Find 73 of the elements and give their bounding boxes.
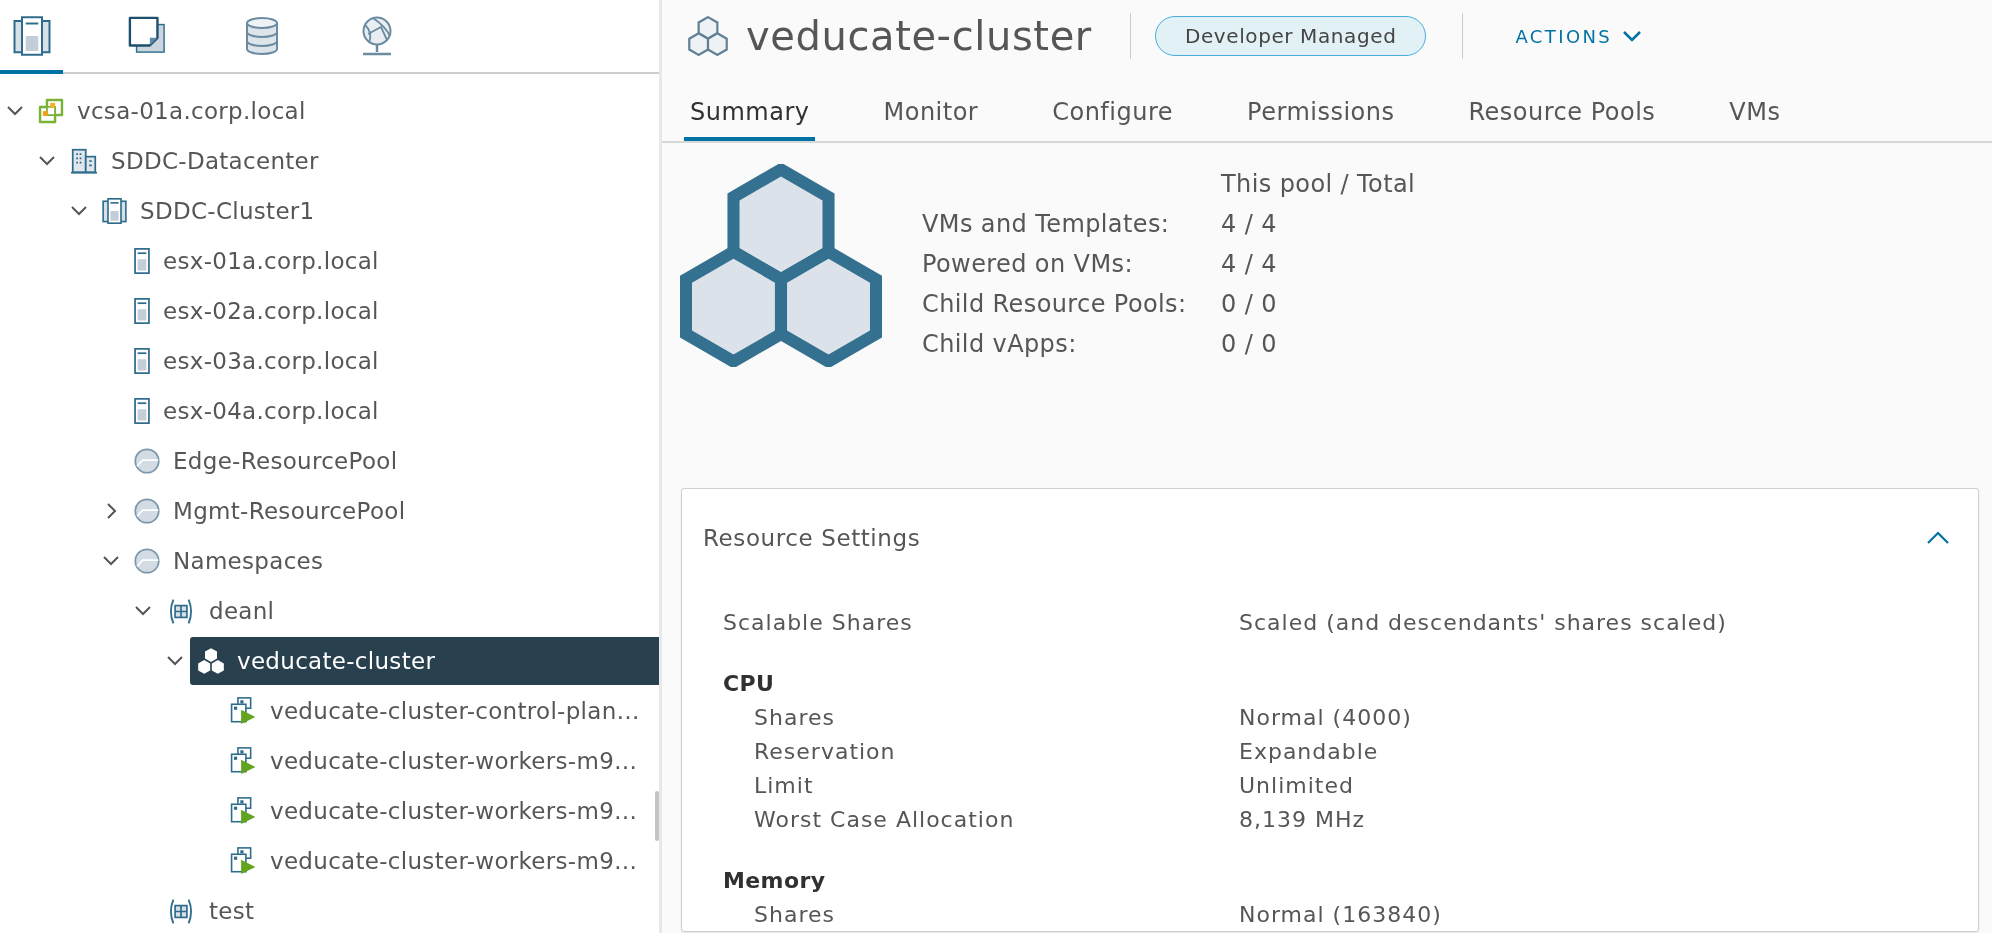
tree-item[interactable]: SDDC-Cluster1 <box>102 198 315 224</box>
server-icon <box>134 248 150 274</box>
card-title: Resource Settings <box>703 525 921 551</box>
object-title: veducate-cluster <box>746 12 1092 60</box>
setting-value: Scaled (and descendants' shares scaled) <box>1239 609 1727 635</box>
server-icon <box>134 398 150 424</box>
view-tab[interactable]: Configure <box>1046 72 1180 141</box>
section-heading: Memory <box>723 867 826 893</box>
tree-item[interactable]: esx-02a.corp.local <box>134 298 379 324</box>
tree-item[interactable]: Edge-ResourcePool <box>134 448 398 474</box>
vm-play-icon <box>230 847 257 875</box>
server-pair-icon <box>12 16 51 56</box>
stat-label: Child vApps: <box>922 330 1077 358</box>
hexagon-cluster-icon <box>198 648 224 674</box>
view-tab[interactable]: VMs <box>1723 72 1787 141</box>
tree-item[interactable]: Mgmt-ResourcePool <box>134 498 406 524</box>
tree-item[interactable]: deanl <box>166 597 275 625</box>
tree-item[interactable]: veducate-cluster-workers-m9… <box>230 747 638 775</box>
pie-circle-icon <box>134 548 160 574</box>
managed-badge: Developer Managed <box>1154 16 1427 56</box>
stat-label: VMs and Templates: <box>922 210 1170 238</box>
vm-play-icon <box>230 747 257 775</box>
setting-label: Limit <box>754 772 814 798</box>
tree-item[interactable]: esx-01a.corp.local <box>134 248 379 274</box>
setting-label: Scalable Shares <box>723 609 913 635</box>
building-icon <box>70 148 98 174</box>
tree-item[interactable]: esx-04a.corp.local <box>134 398 379 424</box>
vm-play-icon <box>230 697 257 725</box>
stat-label: Powered on VMs: <box>922 250 1133 278</box>
actions-menu-button[interactable]: ACTIONS <box>1515 21 1643 51</box>
setting-value: Normal (163840) <box>1239 901 1442 927</box>
linked-squares-icon <box>38 98 64 124</box>
page-stack-icon <box>127 16 166 54</box>
setting-label: Worst Case Allocation <box>754 806 1015 832</box>
setting-value: Expandable <box>1239 738 1379 764</box>
tree-item[interactable]: Namespaces <box>134 548 324 574</box>
database-icon <box>244 16 279 56</box>
view-tab[interactable]: Summary <box>684 72 816 141</box>
chevron-icon[interactable] <box>1926 531 1950 545</box>
caret-down-icon <box>1622 30 1643 42</box>
hexagon-cluster-icon <box>688 16 728 56</box>
section-heading: CPU <box>723 670 775 696</box>
hexagon-cluster-icon <box>680 164 882 367</box>
stat-value: 0 / 0 <box>1221 330 1277 358</box>
pie-circle-icon <box>134 498 160 524</box>
stat-value: 0 / 0 <box>1221 290 1277 318</box>
pie-circle-icon <box>134 448 160 474</box>
tree-item[interactable]: test <box>166 897 255 925</box>
server-icon <box>134 298 150 324</box>
setting-value: Unlimited <box>1239 772 1354 798</box>
column-heading: This pool / Total <box>1221 170 1416 198</box>
server-pair-icon <box>102 198 127 224</box>
view-tab[interactable]: Resource Pools <box>1462 72 1662 141</box>
setting-value: 8,139 MHz <box>1239 806 1366 832</box>
view-tab[interactable]: Permissions <box>1241 72 1401 141</box>
scrollbar-thumb[interactable] <box>655 791 659 841</box>
tree-item[interactable]: veducate-cluster-workers-m9… <box>230 847 638 875</box>
tree-item[interactable]: veducate-cluster-workers-m9… <box>230 797 638 825</box>
vm-play-icon <box>230 797 257 825</box>
setting-label: Shares <box>754 901 835 927</box>
setting-label: Reservation <box>754 738 896 764</box>
tree-item[interactable]: veducate-cluster <box>190 637 659 685</box>
tree-item[interactable]: esx-03a.corp.local <box>134 348 379 374</box>
setting-value: Normal (4000) <box>1239 704 1412 730</box>
stat-value: 4 / 4 <box>1221 250 1277 278</box>
tree-item[interactable]: veducate-cluster-control-plan… <box>230 697 640 725</box>
server-icon <box>134 348 150 374</box>
stat-value: 4 / 4 <box>1221 210 1277 238</box>
view-tab[interactable]: Monitor <box>877 72 985 141</box>
stat-label: Child Resource Pools: <box>922 290 1187 318</box>
tree-item[interactable]: SDDC-Datacenter <box>70 148 319 174</box>
setting-label: Shares <box>754 704 835 730</box>
tree-item[interactable]: vcsa-01a.corp.local <box>38 98 306 124</box>
